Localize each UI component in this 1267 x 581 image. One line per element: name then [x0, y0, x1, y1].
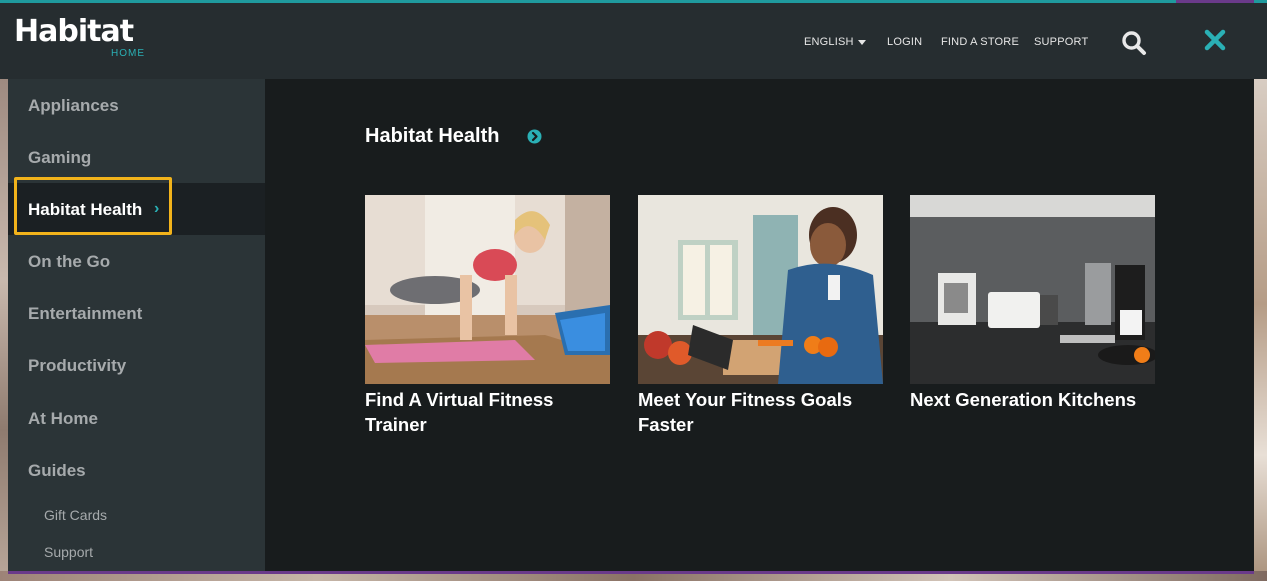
sidebar-item-label: Entertainment	[28, 304, 143, 323]
section-title[interactable]: Habitat Health	[365, 125, 499, 148]
article-card[interactable]: Find A Virtual Fitness Trainer	[365, 195, 610, 437]
sidebar-item-label: At Home	[28, 409, 98, 428]
sidebar-item-label: On the Go	[28, 252, 111, 271]
sidebar-item-entertainment[interactable]: Entertainment	[8, 287, 265, 339]
sidebar-item-label: Appliances	[28, 96, 119, 115]
card-title: Next Generation Kitchens	[910, 389, 1137, 410]
chevron-right-icon: ›	[154, 200, 160, 217]
sidebar-item-label: Gaming	[28, 148, 92, 167]
logo-subtitle: HOME	[111, 48, 145, 59]
article-card[interactable]: Next Generation Kitchens	[910, 195, 1155, 412]
logo-wordmark: Habitat	[14, 14, 134, 49]
sidebar-subitem-gift-cards[interactable]: Gift Cards	[44, 507, 107, 523]
card-image-fitness-goals	[638, 195, 883, 384]
sidebar-item-appliances[interactable]: Appliances	[8, 79, 265, 131]
sidebar-item-label: Productivity	[28, 356, 127, 375]
sidebar-item-label: Guides	[28, 461, 86, 480]
sidebar-item-habitat-health[interactable]: Habitat Health ›	[8, 177, 265, 235]
close-icon[interactable]	[1203, 28, 1227, 52]
logo[interactable]: Habitat HOME	[14, 14, 144, 60]
caret-down-icon	[857, 39, 866, 45]
language-selector[interactable]: ENGLISH	[804, 36, 866, 48]
login-link[interactable]: LOGIN	[887, 36, 922, 48]
card-image-fitness-trainer	[365, 195, 610, 384]
support-link[interactable]: SUPPORT	[1034, 36, 1088, 48]
background-page-right	[1253, 78, 1267, 581]
card-title: Find A Virtual Fitness Trainer	[365, 389, 554, 435]
sidebar-item-label: Habitat Health	[28, 200, 143, 219]
bottom-accent-stripe	[8, 571, 1254, 574]
find-store-link[interactable]: FIND A STORE	[941, 36, 1019, 48]
search-icon[interactable]	[1121, 30, 1147, 56]
article-card[interactable]: Meet Your Fitness Goals Faster	[638, 195, 883, 437]
language-label: ENGLISH	[804, 36, 854, 48]
sidebar-item-gaming[interactable]: Gaming	[8, 131, 265, 183]
sidebar-item-guides[interactable]: Guides	[8, 444, 265, 496]
category-sidebar: Appliances Gaming Habitat Health › On th…	[8, 79, 265, 571]
sidebar-item-productivity[interactable]: Productivity	[8, 339, 265, 391]
card-image-kitchens	[910, 195, 1155, 384]
arrow-circle-right-icon[interactable]	[527, 129, 542, 144]
mega-menu-panel: Habitat Health Find A Virtual Fitness Tr…	[265, 79, 1254, 571]
sidebar-item-on-the-go[interactable]: On the Go	[8, 235, 265, 287]
card-title: Meet Your Fitness Goals Faster	[638, 389, 853, 435]
sidebar-subitem-support[interactable]: Support	[44, 544, 93, 560]
sidebar-item-at-home[interactable]: At Home	[8, 392, 265, 444]
site-header: Habitat HOME ENGLISH LOGIN FIND A STORE …	[0, 3, 1267, 79]
